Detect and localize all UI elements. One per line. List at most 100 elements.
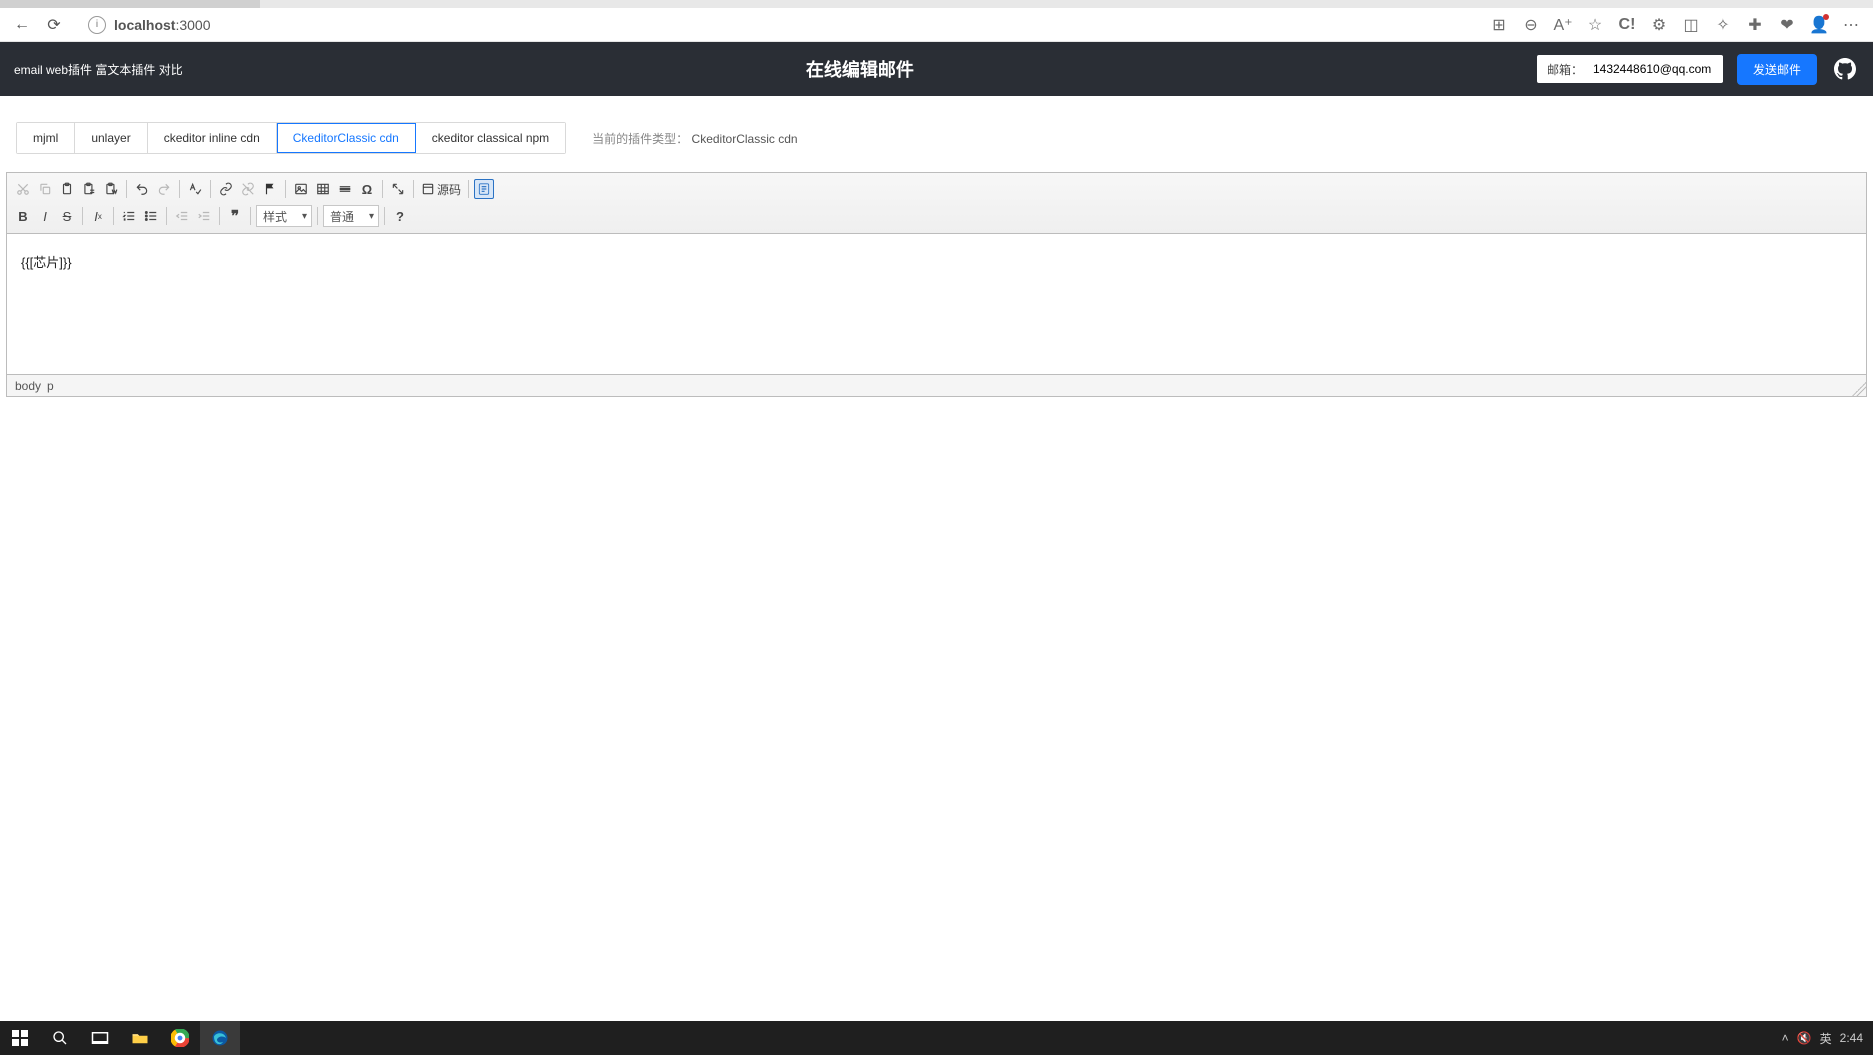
edge-icon[interactable]	[200, 1021, 240, 1055]
email-input[interactable]	[1593, 56, 1723, 82]
spellcheck-icon[interactable]	[185, 179, 205, 199]
browser-url-bar: ← ⟳ i localhost:3000 ⊞ ⊖ A⁺ ☆ C! ⚙ ◫ ✧ ✚…	[0, 8, 1873, 42]
about-icon[interactable]	[474, 179, 494, 199]
plugin-segmented: mjml unlayer ckeditor inline cdn Ckedito…	[16, 122, 566, 154]
toolbar-separator	[113, 207, 114, 225]
ckeditor-container: Ω 源码 B I S Ix ❞ 样式 普通 ?	[6, 172, 1867, 397]
profile-icon[interactable]: 👤	[1803, 10, 1835, 40]
image-icon[interactable]	[291, 179, 311, 199]
toolbar-separator	[382, 180, 383, 198]
system-tray[interactable]: ˄ 🔇 英 2:44	[1782, 1030, 1873, 1047]
nav-back-button[interactable]: ←	[6, 10, 38, 40]
toolbar-separator	[179, 180, 180, 198]
source-button[interactable]: 源码	[419, 179, 463, 199]
performance-icon[interactable]: ❤	[1771, 10, 1803, 40]
clock[interactable]: 2:44	[1840, 1031, 1863, 1045]
paste-icon[interactable]	[57, 179, 77, 199]
app-header: email web插件 富文本插件 对比 在线编辑邮件 邮箱： 发送邮件	[0, 42, 1873, 96]
toolbar-separator	[317, 207, 318, 225]
task-view-button[interactable]	[80, 1021, 120, 1055]
email-input-group: 邮箱：	[1537, 55, 1723, 83]
plugin-tab-mjml[interactable]: mjml	[17, 123, 75, 153]
app-subtitle: email web插件 富文本插件 对比	[14, 61, 183, 78]
content-paragraph[interactable]: {{[芯片]}}	[21, 252, 1852, 271]
help-icon[interactable]: ?	[390, 206, 410, 226]
extension-gear-icon[interactable]: ⚙	[1643, 10, 1675, 40]
read-aloud-icon[interactable]: A⁺	[1547, 10, 1579, 40]
toolbar-separator	[413, 180, 414, 198]
styles-dropdown[interactable]: 样式	[256, 205, 312, 227]
zoom-icon[interactable]: ⊖	[1515, 10, 1547, 40]
file-explorer-icon[interactable]	[120, 1021, 160, 1055]
bulleted-list-icon[interactable]	[141, 206, 161, 226]
toolbar-separator	[250, 207, 251, 225]
paste-text-icon[interactable]	[79, 179, 99, 199]
ime-indicator[interactable]: 英	[1820, 1030, 1832, 1047]
browser-tabstrip	[0, 0, 1873, 8]
plugin-tab-ckeditor-classic[interactable]: CkeditorClassic cdn	[277, 123, 416, 153]
nav-refresh-button[interactable]: ⟳	[38, 10, 70, 40]
site-info-icon[interactable]: i	[88, 16, 106, 34]
browser-active-tab[interactable]	[0, 0, 260, 8]
paste-word-icon[interactable]	[101, 179, 121, 199]
toolbar-separator	[166, 207, 167, 225]
toolbar-separator	[210, 180, 211, 198]
toolbar-separator	[468, 180, 469, 198]
blockquote-icon[interactable]: ❞	[225, 206, 245, 226]
current-plugin-label: 当前的插件类型： CkeditorClassic cdn	[592, 130, 797, 147]
ckeditor-footer: body p	[7, 374, 1866, 396]
italic-icon[interactable]: I	[35, 206, 55, 226]
remove-format-icon[interactable]: Ix	[88, 206, 108, 226]
undo-icon[interactable]	[132, 179, 152, 199]
toolbar-separator	[219, 207, 220, 225]
collections-icon[interactable]: ✚	[1739, 10, 1771, 40]
volume-icon[interactable]: 🔇	[1797, 1031, 1812, 1045]
more-menu-icon[interactable]: ⋯	[1835, 10, 1867, 40]
github-link-icon[interactable]	[1831, 55, 1859, 83]
chrome-icon[interactable]	[160, 1021, 200, 1055]
plugin-tab-unlayer[interactable]: unlayer	[75, 123, 147, 153]
toolbar-separator	[126, 180, 127, 198]
toolbar-separator	[285, 180, 286, 198]
outdent-icon	[172, 206, 192, 226]
toolbar-separator	[384, 207, 385, 225]
app-launcher-icon[interactable]: ⊞	[1483, 10, 1515, 40]
link-icon[interactable]	[216, 179, 236, 199]
app-title: 在线编辑邮件	[183, 56, 1537, 82]
search-button[interactable]	[40, 1021, 80, 1055]
horizontal-rule-icon[interactable]	[335, 179, 355, 199]
strike-icon[interactable]: S	[57, 206, 77, 226]
split-screen-icon[interactable]: ◫	[1675, 10, 1707, 40]
plugin-tab-ckeditor-npm[interactable]: ckeditor classical npm	[416, 123, 565, 153]
address-field[interactable]: i localhost:3000	[78, 11, 1475, 39]
start-button[interactable]	[0, 1021, 40, 1055]
format-dropdown[interactable]: 普通	[323, 205, 379, 227]
url-port: :3000	[175, 17, 210, 33]
numbered-list-icon[interactable]	[119, 206, 139, 226]
copy-icon	[35, 179, 55, 199]
ckeditor-content[interactable]: {{[芯片]}}	[7, 234, 1866, 374]
table-icon[interactable]	[313, 179, 333, 199]
windows-taskbar: ˄ 🔇 英 2:44	[0, 1021, 1873, 1055]
special-char-icon[interactable]: Ω	[357, 179, 377, 199]
favorites-list-icon[interactable]: ✧	[1707, 10, 1739, 40]
send-email-button[interactable]: 发送邮件	[1737, 54, 1817, 85]
elements-path-p[interactable]: p	[47, 379, 54, 393]
current-plugin-value: CkeditorClassic cdn	[692, 132, 798, 146]
toolbar-separator	[82, 207, 83, 225]
extension-c-icon[interactable]: C!	[1611, 10, 1643, 40]
tray-chevron-icon[interactable]: ˄	[1782, 1031, 1789, 1045]
maximize-icon[interactable]	[388, 179, 408, 199]
unlink-icon	[238, 179, 258, 199]
plugin-tab-ckeditor-inline[interactable]: ckeditor inline cdn	[148, 123, 277, 153]
ckeditor-toolbar: Ω 源码 B I S Ix ❞ 样式 普通 ?	[7, 173, 1866, 234]
url-host: localhost	[114, 17, 175, 33]
anchor-icon[interactable]	[260, 179, 280, 199]
favorite-star-icon[interactable]: ☆	[1579, 10, 1611, 40]
email-label: 邮箱：	[1537, 61, 1593, 78]
cut-icon	[13, 179, 33, 199]
bold-icon[interactable]: B	[13, 206, 33, 226]
resize-handle[interactable]	[1852, 382, 1866, 396]
elements-path-body[interactable]: body	[15, 379, 41, 393]
indent-icon	[194, 206, 214, 226]
